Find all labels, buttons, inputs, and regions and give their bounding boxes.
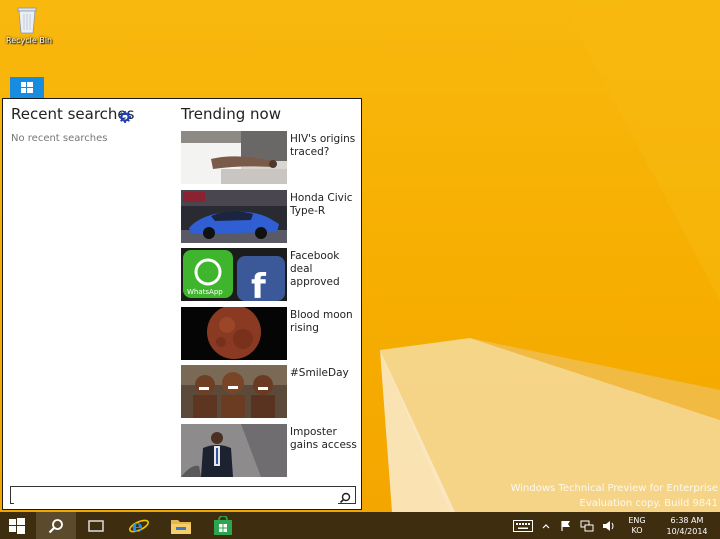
- taskbar: e ENG KO 6:38 AM 10/4/2014: [0, 512, 720, 539]
- svg-text:WhatsApp: WhatsApp: [187, 288, 223, 296]
- watermark-line-1: Windows Technical Preview for Enterprise: [510, 483, 718, 494]
- internet-explorer-button[interactable]: e: [122, 512, 156, 539]
- clock-date: 10/4/2014: [666, 526, 708, 536]
- evaluation-watermark: Windows Technical Preview for Enterprise…: [511, 481, 718, 511]
- svg-text:e: e: [132, 517, 143, 537]
- recycle-bin-shortcut[interactable]: Recycle Bin: [6, 4, 53, 45]
- trending-item[interactable]: #SmileDay: [181, 365, 359, 418]
- windows-logo-icon: [9, 517, 25, 534]
- hospital-patient-photo: [181, 131, 287, 184]
- network-button[interactable]: [578, 512, 596, 539]
- search-icon[interactable]: [339, 489, 351, 504]
- watermark-line-2: Evaluation copy. Build 9841: [579, 498, 719, 509]
- task-view-icon: [88, 519, 104, 532]
- search-panel: Recent searches No recent searches Trend…: [2, 98, 362, 510]
- gear-icon[interactable]: [119, 108, 131, 123]
- trending-item-label: Imposter gains access: [290, 425, 357, 451]
- language-indicator[interactable]: ENG KO: [622, 512, 652, 539]
- task-view-button[interactable]: [80, 512, 112, 539]
- language-secondary: KO: [631, 525, 643, 535]
- system-tray: ENG KO 6:38 AM 10/4/2014: [510, 512, 720, 539]
- trending-item-label: Honda Civic Type-R: [290, 191, 353, 217]
- language-primary: ENG: [628, 515, 646, 525]
- trending-item[interactable]: WhatsApp f Facebook deal approved: [181, 248, 359, 301]
- trending-item[interactable]: Blood moon rising: [181, 306, 359, 360]
- network-icon: [580, 520, 594, 531]
- chevron-up-icon: [542, 523, 550, 528]
- no-recent-searches-text: No recent searches: [11, 133, 108, 144]
- clock-time: 6:38 AM: [670, 515, 704, 525]
- folder-icon: [171, 519, 191, 534]
- man-at-podium-photo: [181, 423, 287, 477]
- keyboard-icon: [513, 519, 533, 532]
- store-button[interactable]: [206, 512, 240, 539]
- flag-icon: [561, 520, 570, 531]
- trending-item-label: Facebook deal approved: [290, 250, 340, 288]
- search-box[interactable]: [10, 486, 356, 508]
- svg-text:f: f: [251, 267, 267, 301]
- trending-item-label: #SmileDay: [290, 367, 349, 379]
- start-button[interactable]: [0, 512, 34, 539]
- trending-item[interactable]: HIV's origins traced?: [181, 131, 359, 184]
- recent-searches-heading: Recent searches: [11, 105, 135, 123]
- red-moon-photo: [181, 306, 287, 360]
- whatsapp-facebook-icons-photo: WhatsApp f: [181, 248, 287, 301]
- recycle-bin-icon: [16, 4, 38, 34]
- blue-car-photo: [181, 189, 287, 243]
- trending-item[interactable]: Honda Civic Type-R: [181, 189, 359, 243]
- file-explorer-button[interactable]: [164, 512, 198, 539]
- trending-item-label: Blood moon rising: [290, 308, 353, 334]
- touch-keyboard-button[interactable]: [510, 512, 536, 539]
- smiling-children-photo: [181, 365, 287, 418]
- windows-logo-icon[interactable]: [10, 77, 44, 99]
- speaker-icon: [603, 520, 614, 531]
- show-hidden-icons-button[interactable]: [540, 512, 552, 539]
- trending-item[interactable]: Imposter gains access: [181, 423, 359, 477]
- recycle-bin-label: Recycle Bin: [6, 36, 53, 45]
- taskbar-search-button[interactable]: [36, 512, 76, 539]
- volume-button[interactable]: [600, 512, 618, 539]
- action-center-button[interactable]: [558, 512, 574, 539]
- search-icon: [48, 518, 63, 533]
- clock[interactable]: 6:38 AM 10/4/2014: [658, 512, 716, 539]
- trending-now-heading: Trending now: [181, 105, 281, 123]
- internet-explorer-icon: e: [128, 517, 150, 537]
- trending-list: HIV's origins traced? Honda Civic Type-R: [181, 131, 359, 482]
- search-input[interactable]: [14, 491, 338, 508]
- store-icon: [214, 515, 232, 535]
- trending-item-label: HIV's origins traced?: [290, 133, 356, 158]
